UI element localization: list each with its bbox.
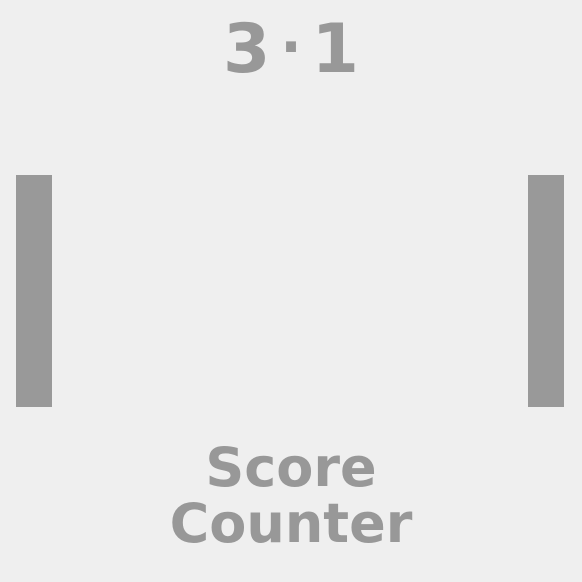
score-separator: ·	[280, 15, 302, 80]
right-paddle[interactable]	[528, 175, 564, 407]
title-line-2: Counter	[169, 492, 413, 555]
scoreboard: 3 · 1	[0, 12, 582, 92]
right-score: 1	[311, 10, 359, 89]
title-line-1: Score	[205, 436, 377, 499]
left-score: 3	[223, 10, 271, 89]
game-board: 3 · 1 Score Counter	[0, 0, 582, 582]
game-title: Score Counter	[0, 440, 582, 552]
left-paddle[interactable]	[16, 175, 52, 407]
